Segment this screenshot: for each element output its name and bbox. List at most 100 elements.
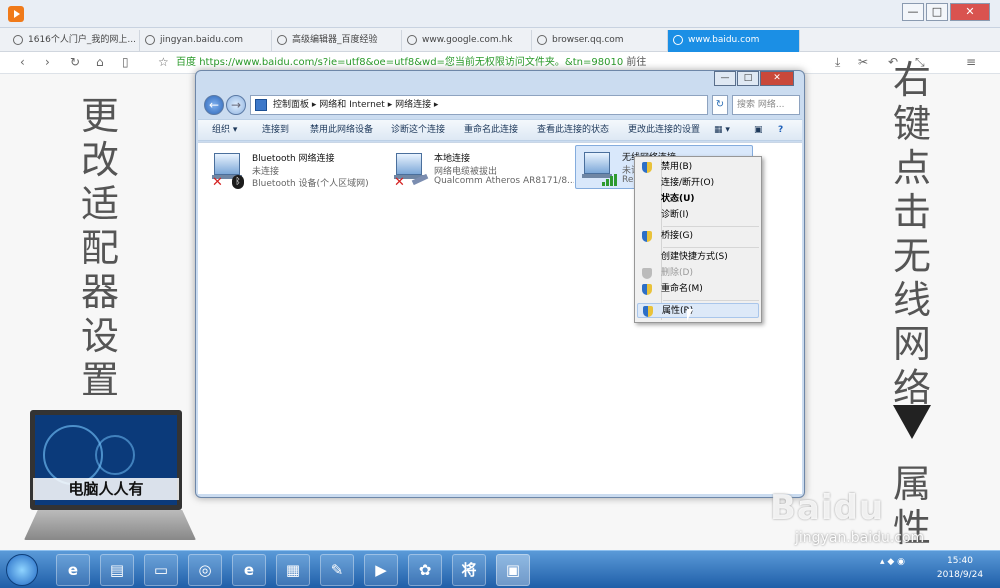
home-icon[interactable]: ⌂	[96, 55, 104, 69]
menu-item-rename[interactable]: 重命名(M)	[637, 282, 759, 297]
globe-icon	[537, 35, 547, 45]
tab-baidu[interactable]: www.baidu.com	[668, 30, 800, 52]
paint-taskbar-icon[interactable]: ✎	[320, 554, 354, 586]
bluetooth-icon: ᛒ	[232, 175, 244, 189]
context-menu: 禁用(B) 连接/断开(O) 状态(U) 诊断(I) 桥接(G) 创建快捷方式(…	[634, 156, 762, 323]
close-button[interactable]: ✕	[950, 3, 990, 21]
rename-button[interactable]: 重命名此连接	[464, 120, 518, 140]
right-caption: 右键点击无线网络	[892, 58, 931, 410]
breadcrumb[interactable]: 控制面板 ▸ 网络和 Internet ▸ 网络连接 ▸	[250, 95, 708, 115]
forward-button[interactable]: →	[226, 95, 246, 115]
menu-item-bridge[interactable]: 桥接(G)	[637, 229, 759, 244]
help-icon[interactable]: ?	[778, 120, 783, 140]
tab-strip: 1616个人门户_我的网上... jingyan.baidu.com 高级编辑器…	[0, 28, 1000, 74]
disconnected-x-icon: ✕	[212, 175, 223, 190]
tab-google[interactable]: www.google.com.hk	[402, 30, 532, 52]
address-url: https://www.baidu.com/s?ie=utf8&oe=utf8&…	[199, 57, 624, 68]
network-adapter-icon	[584, 152, 610, 174]
paw-icon	[277, 35, 287, 45]
network-adapter-icon	[396, 153, 422, 175]
menu-item-delete: 删除(D)	[637, 266, 759, 281]
film-taskbar-icon[interactable]: ▦	[276, 554, 310, 586]
globe-icon	[407, 35, 417, 45]
gear-graphic	[95, 435, 135, 475]
disable-device-button[interactable]: 禁用此网络设备	[310, 120, 373, 140]
connect-to-button[interactable]: 连接到	[262, 120, 289, 140]
disconnected-x-icon: ✕	[394, 175, 405, 190]
tab-editor[interactable]: 高级编辑器_百度经验	[272, 30, 402, 52]
refresh-icon[interactable]: ↻	[70, 55, 80, 69]
menu-icon[interactable]: ≡	[966, 55, 976, 69]
globe-icon	[673, 35, 683, 45]
address-bar[interactable]: 百度 https://www.baidu.com/s?ie=utf8&oe=ut…	[176, 55, 796, 71]
minimize-button[interactable]: —	[902, 3, 924, 21]
back-icon[interactable]: ‹	[20, 55, 25, 69]
chess-taskbar-icon[interactable]: 将	[452, 554, 486, 586]
download-icon[interactable]: ⤓	[835, 55, 840, 70]
address-go[interactable]: 前往	[626, 57, 646, 68]
taskbar: e ▤ ▭ ◎ e ▦ ✎ ▶ ✿ 将 ▣ ▴ ◆ ◉ 15:40 2018/9…	[0, 550, 1000, 588]
gear-graphic	[43, 425, 103, 485]
address-prefix: 百度	[176, 57, 196, 68]
bluetooth-connection-item[interactable]: ✕ ᛒ Bluetooth 网络连接 未连接 Bluetooth 设备(个人区域…	[206, 147, 396, 191]
search-input[interactable]: 搜索 网络...	[732, 95, 800, 115]
watermark-sub: jingyan.baidu.com	[795, 530, 925, 546]
back-button[interactable]: ←	[204, 95, 224, 115]
menu-item-shortcut[interactable]: 创建快捷方式(S)	[637, 250, 759, 265]
explorer-navbar: ← → 控制面板 ▸ 网络和 Internet ▸ 网络连接 ▸ ↻ 搜索 网络…	[202, 93, 800, 117]
folder-taskbar-icon[interactable]: ▭	[144, 554, 178, 586]
uac-shield-icon	[642, 162, 652, 173]
menu-item-status[interactable]: 状态(U)	[637, 192, 759, 207]
uac-shield-icon	[643, 306, 653, 317]
uac-shield-icon	[642, 284, 652, 295]
organize-button[interactable]: 组织 ▾	[212, 120, 237, 140]
tab-jingyan[interactable]: jingyan.baidu.com	[140, 30, 272, 52]
view-options-icon[interactable]: ▦ ▾	[714, 120, 730, 140]
maximize-button[interactable]: □	[926, 3, 948, 21]
left-caption: 更改适配器设置	[80, 94, 119, 402]
globe-icon	[145, 35, 155, 45]
mouse-pointer-icon	[687, 309, 699, 321]
menu-item-connect[interactable]: 连接/断开(O)	[637, 176, 759, 191]
network-adapter-icon	[214, 153, 240, 175]
menu-item-disable[interactable]: 禁用(B)	[637, 160, 759, 175]
star-icon[interactable]: ☆	[158, 55, 169, 69]
arrow-down-icon	[893, 405, 931, 439]
media-taskbar-icon[interactable]: ◎	[188, 554, 222, 586]
uac-shield-icon	[642, 231, 652, 242]
reader-icon[interactable]: ▯	[122, 55, 129, 69]
screen: — □ ✕ 1616个人门户_我的网上... jingyan.baidu.com…	[0, 0, 1000, 588]
clock[interactable]: 15:40 2018/9/24	[930, 554, 990, 582]
browser-titlebar: — □ ✕	[0, 0, 1000, 28]
app-taskbar-icon[interactable]: ✿	[408, 554, 442, 586]
player-taskbar-icon[interactable]: ▶	[364, 554, 398, 586]
laptop-keyboard	[24, 510, 196, 540]
ie2-taskbar-icon[interactable]: e	[232, 554, 266, 586]
ie-taskbar-icon[interactable]: e	[56, 554, 90, 586]
command-bar: 组织 ▾ 连接到 禁用此网络设备 诊断这个连接 重命名此连接 查看此连接的状态 …	[198, 119, 802, 141]
refresh-button[interactable]: ↻	[712, 95, 728, 115]
start-button[interactable]	[6, 554, 38, 586]
scissors-icon[interactable]: ✂	[858, 55, 868, 69]
menu-item-diagnose[interactable]: 诊断(I)	[637, 208, 759, 223]
change-settings-button[interactable]: 更改此连接的设置	[628, 120, 700, 140]
tab-qq[interactable]: browser.qq.com	[532, 30, 668, 52]
laptop-label: 电脑人人有	[33, 478, 179, 500]
diagnose-button[interactable]: 诊断这个连接	[391, 120, 445, 140]
wifi-signal-icon	[602, 174, 617, 186]
explorer-taskbar-icon[interactable]: ▤	[100, 554, 134, 586]
explorer-maximize-button[interactable]: □	[737, 71, 759, 86]
browser-logo-icon	[8, 6, 24, 22]
page-icon	[13, 35, 23, 45]
tab-1616[interactable]: 1616个人门户_我的网上...	[8, 30, 140, 52]
network-window-taskbar-icon[interactable]: ▣	[496, 554, 530, 586]
explorer-close-button[interactable]: ✕	[760, 71, 794, 86]
explorer-minimize-button[interactable]: —	[714, 71, 736, 86]
control-panel-icon	[255, 99, 267, 111]
system-tray-icons[interactable]: ▴ ◆ ◉	[880, 557, 905, 567]
local-connection-item[interactable]: ✕ 本地连接 网络电缆被拔出 Qualcomm Atheros AR8171/8…	[388, 147, 578, 191]
forward-icon[interactable]: ›	[45, 55, 50, 69]
uac-shield-icon	[642, 268, 652, 279]
preview-pane-icon[interactable]: ▣	[754, 120, 763, 140]
view-status-button[interactable]: 查看此连接的状态	[537, 120, 609, 140]
